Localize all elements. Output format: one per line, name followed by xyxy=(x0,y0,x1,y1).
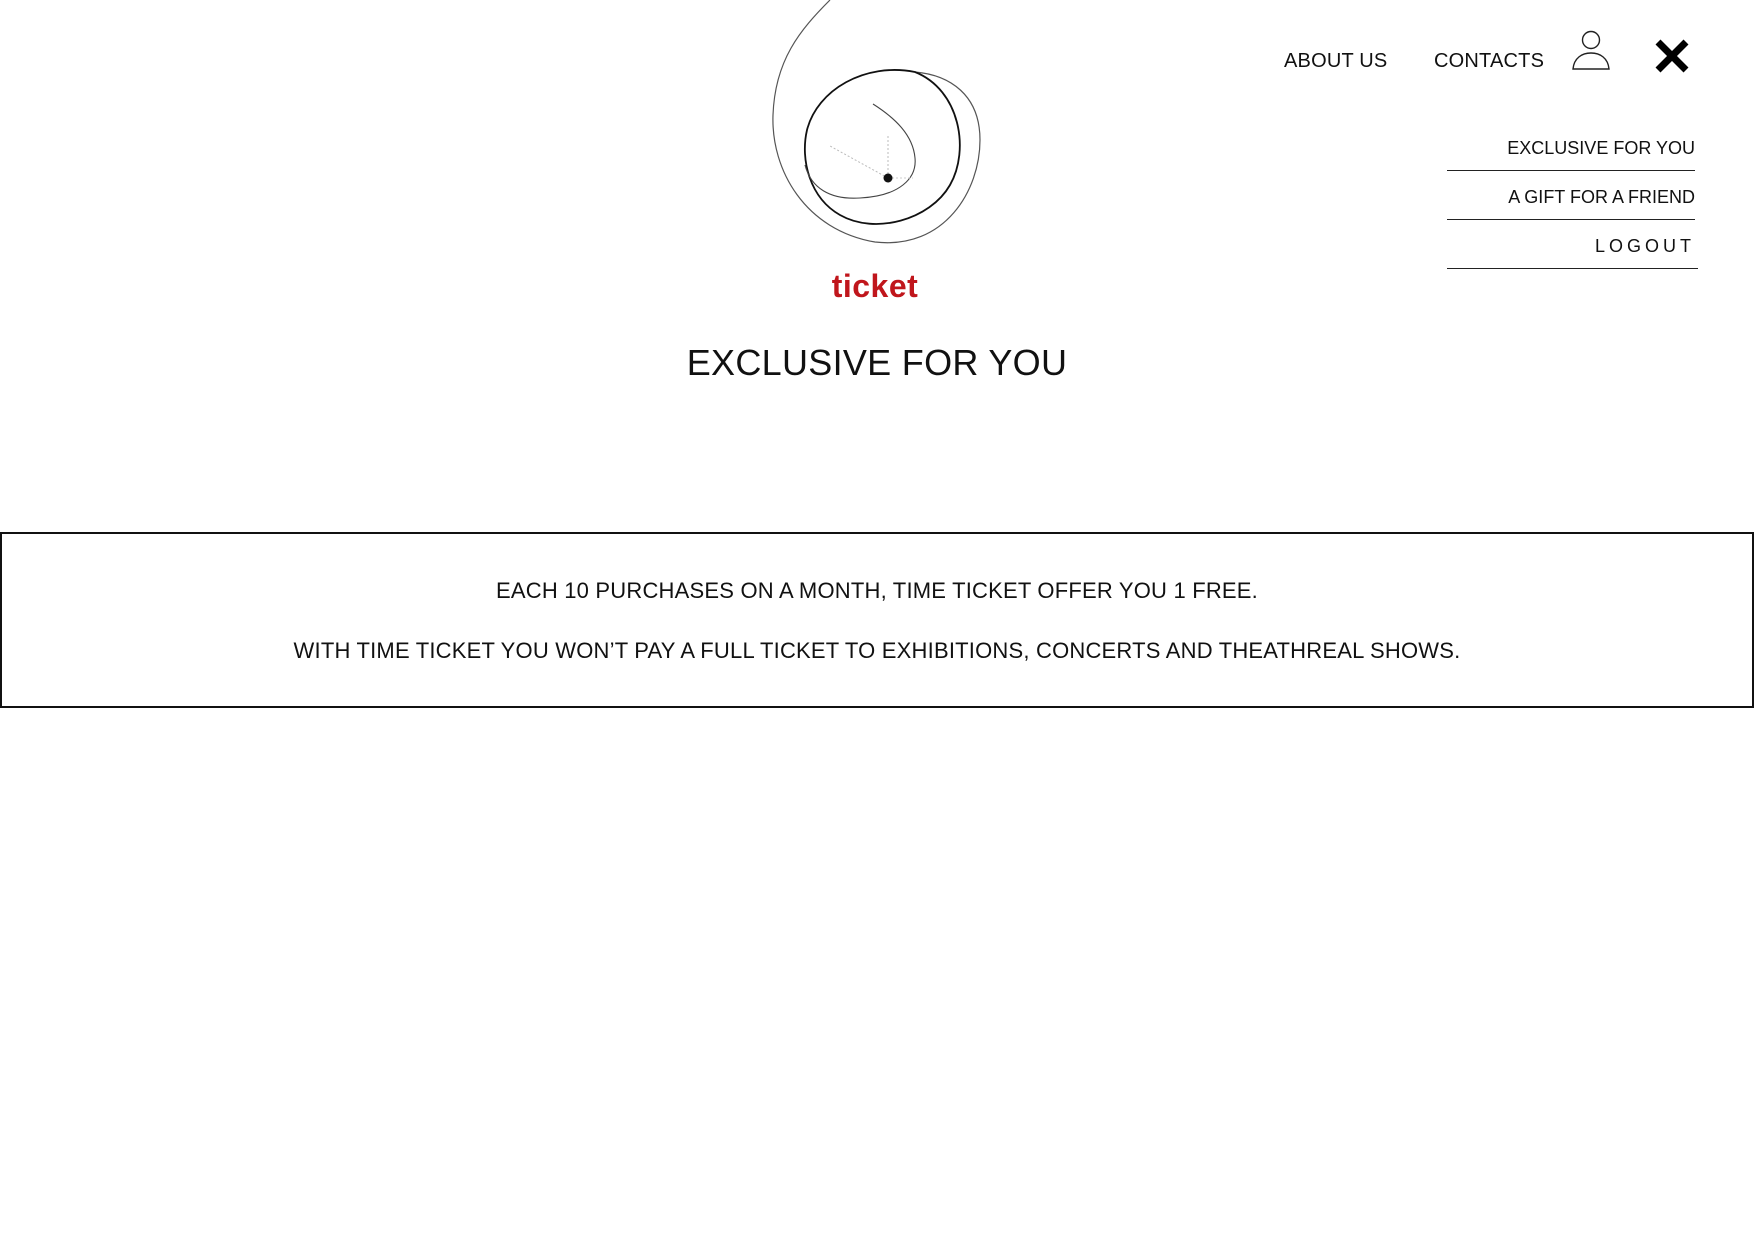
user-icon[interactable] xyxy=(1570,28,1612,72)
menu-item-exclusive[interactable]: EXCLUSIVE FOR YOU xyxy=(1447,122,1695,171)
brand-wordmark: ticket xyxy=(831,268,919,304)
close-icon[interactable] xyxy=(1652,36,1692,76)
menu-item-logout[interactable]: LOGOUT xyxy=(1447,220,1698,269)
nav-contacts-link[interactable]: CONTACTS xyxy=(1434,50,1544,73)
top-navigation: ABOUT US CONTACTS xyxy=(994,0,1754,120)
nav-about-us-link[interactable]: ABOUT US xyxy=(1284,50,1387,73)
menu-item-gift-for-friend[interactable]: A GIFT FOR A FRIEND xyxy=(1447,171,1695,220)
offer-text-line-1: EACH 10 PURCHASES ON A MONTH, TIME TICKE… xyxy=(496,578,1258,603)
user-menu-dropdown: EXCLUSIVE FOR YOU A GIFT FOR A FRIEND LO… xyxy=(1447,122,1698,269)
clock-swirl-icon xyxy=(772,0,981,244)
offer-text-line-2: WITH TIME TICKET YOU WON’T PAY A FULL TI… xyxy=(293,638,1461,663)
page-title: EXCLUSIVE FOR YOU xyxy=(686,342,1068,383)
brand-logo[interactable]: ticket xyxy=(745,0,1005,310)
offer-panel: EACH 10 PURCHASES ON A MONTH, TIME TICKE… xyxy=(0,532,1754,708)
